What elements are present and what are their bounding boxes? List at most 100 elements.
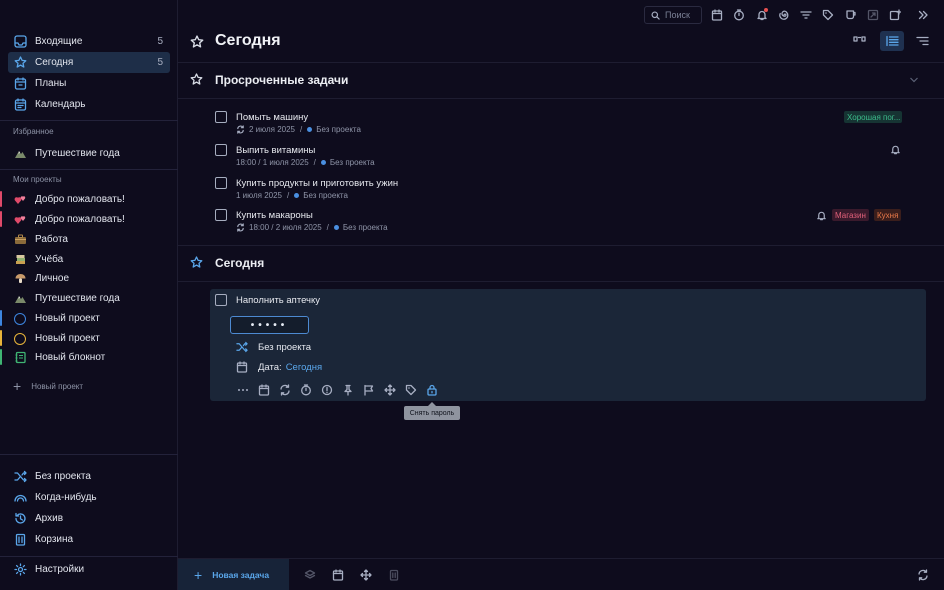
task-date: 18:00 / 2 июля 2025 — [249, 223, 322, 232]
trash-icon[interactable] — [388, 569, 400, 581]
project-color-bar — [0, 211, 2, 227]
filter-icon[interactable] — [800, 9, 812, 21]
password-field[interactable]: ••••• — [230, 316, 309, 334]
task-date-row[interactable]: Дата: Сегодня — [236, 361, 322, 373]
sidebar-item-plans[interactable]: Планы — [8, 73, 170, 94]
priority-icon[interactable] — [321, 384, 333, 396]
calendar-icon[interactable] — [332, 569, 344, 581]
circle-icon — [13, 332, 27, 346]
sort-icon — [915, 36, 929, 46]
move-icon[interactable] — [360, 569, 372, 581]
sidebar-item-someday[interactable]: Когда-нибудь — [8, 487, 170, 508]
cup-icon[interactable] — [845, 9, 857, 21]
task-checkbox[interactable] — [215, 294, 227, 306]
tag-label[interactable]: Магазин — [832, 209, 869, 221]
task-checkbox[interactable] — [215, 209, 227, 221]
shuffle-icon — [13, 470, 27, 484]
timer-icon[interactable] — [733, 9, 745, 21]
tag-icon[interactable] — [405, 384, 417, 396]
list-view-button[interactable] — [880, 31, 904, 51]
sidebar-project-study[interactable]: Учёба — [8, 249, 170, 270]
project-dot — [320, 160, 326, 165]
plus-icon: + — [194, 567, 203, 583]
task-checkbox[interactable] — [215, 111, 227, 123]
star-icon — [13, 56, 27, 70]
project-color-bar — [0, 349, 2, 365]
new-task-button[interactable]: + Новая задача — [178, 559, 289, 590]
sidebar-item-count: 5 — [157, 57, 163, 68]
sidebar-item-today[interactable]: Сегодня 5 — [8, 52, 170, 73]
search-input[interactable]: Поиск — [644, 6, 702, 24]
new-project-label: Новый проект — [31, 381, 84, 391]
lock-icon[interactable] — [426, 384, 438, 396]
sidebar-item-settings[interactable]: Настройки — [8, 559, 170, 580]
tag-label[interactable]: Хорошая пог... — [844, 111, 902, 123]
sidebar-project-new-1[interactable]: Новый проект — [8, 308, 170, 329]
task-title[interactable]: Купить продукты и приготовить ужин — [236, 178, 398, 189]
calendar-icon — [236, 361, 248, 373]
sidebar-item-inbox[interactable]: Входящие 5 — [8, 31, 170, 52]
task-checkbox[interactable] — [215, 144, 227, 156]
sidebar-project-personal[interactable]: Личное — [8, 268, 170, 289]
notebook-icon — [13, 351, 27, 365]
layers-icon[interactable] — [304, 569, 316, 581]
task-project-row[interactable]: Без проекта — [236, 341, 311, 353]
sidebar-item-calendar[interactable]: Календарь — [8, 94, 170, 115]
double-chevron-right-icon[interactable] — [917, 9, 929, 21]
kanban-view-button[interactable] — [847, 31, 871, 51]
chevron-down-icon[interactable] — [909, 76, 919, 84]
sidebar-project-trip[interactable]: Путешествие года — [8, 288, 170, 309]
sidebar-project-notebook[interactable]: Новый блокнот — [8, 347, 170, 368]
add-window-icon[interactable] — [889, 9, 901, 21]
sidebar-item-label: Добро пожаловать! — [35, 214, 125, 225]
project-dot — [333, 225, 339, 230]
timer-icon[interactable] — [300, 384, 312, 396]
project-dot — [294, 193, 300, 198]
trash-icon — [13, 533, 27, 547]
sidebar-item-archive[interactable]: Архив — [8, 508, 170, 529]
task-date: 2 июля 2025 — [249, 125, 295, 134]
more-icon[interactable] — [237, 384, 249, 396]
task-title[interactable]: Купить макароны — [236, 210, 313, 221]
history-icon — [13, 512, 27, 526]
move-icon[interactable] — [384, 384, 396, 396]
sidebar-project-welcome-2[interactable]: Добро пожаловать! — [8, 209, 170, 230]
briefcase-icon — [13, 233, 27, 247]
task-title[interactable]: Помыть машину — [236, 112, 308, 123]
task-title[interactable]: Наполнить аптечку — [236, 295, 320, 306]
new-project-button[interactable]: + Новый проект — [13, 379, 83, 393]
calendar-plans-icon — [13, 77, 27, 91]
task-project: Без проекта — [303, 191, 348, 200]
sidebar-divider — [0, 120, 178, 121]
sidebar-item-label: Путешествие года — [35, 148, 120, 159]
tag-icon[interactable] — [822, 9, 834, 21]
sidebar-item-label: Новый проект — [35, 333, 100, 344]
sidebar-item-label: Без проекта — [35, 471, 91, 482]
task-checkbox[interactable] — [215, 177, 227, 189]
page-title: Сегодня — [215, 32, 281, 49]
sidebar-item-no-project[interactable]: Без проекта — [8, 466, 170, 487]
plus-icon: + — [13, 378, 22, 394]
mushroom-icon — [13, 272, 27, 286]
task-title[interactable]: Выпить витамины — [236, 145, 315, 156]
calendar-icon[interactable] — [258, 384, 270, 396]
pin-icon[interactable] — [342, 384, 354, 396]
repeat-icon[interactable] — [279, 384, 291, 396]
expand-icon[interactable] — [867, 9, 879, 21]
sort-button[interactable] — [910, 31, 934, 51]
sidebar-item-trash[interactable]: Корзина — [8, 529, 170, 550]
sidebar: Входящие 5 Сегодня 5 Планы Календарь Изб… — [0, 0, 178, 590]
sidebar-item-favorite-trip[interactable]: Путешествие года — [8, 143, 170, 164]
sidebar-item-label: Новый блокнот — [35, 352, 106, 363]
sidebar-item-label: Входящие — [35, 36, 83, 47]
sidebar-project-welcome-1[interactable]: Добро пожаловать! — [8, 189, 170, 210]
sidebar-project-new-2[interactable]: Новый проект — [8, 328, 170, 349]
list-icon — [885, 35, 899, 47]
task-project: Без проекта — [329, 158, 375, 167]
sync-icon[interactable] — [917, 569, 929, 581]
calendar-icon[interactable] — [711, 9, 723, 21]
tag-label[interactable]: Кухня — [874, 209, 902, 221]
flag-icon[interactable] — [363, 384, 375, 396]
spiral-icon[interactable] — [778, 9, 790, 21]
sidebar-project-work[interactable]: Работа — [8, 229, 170, 250]
